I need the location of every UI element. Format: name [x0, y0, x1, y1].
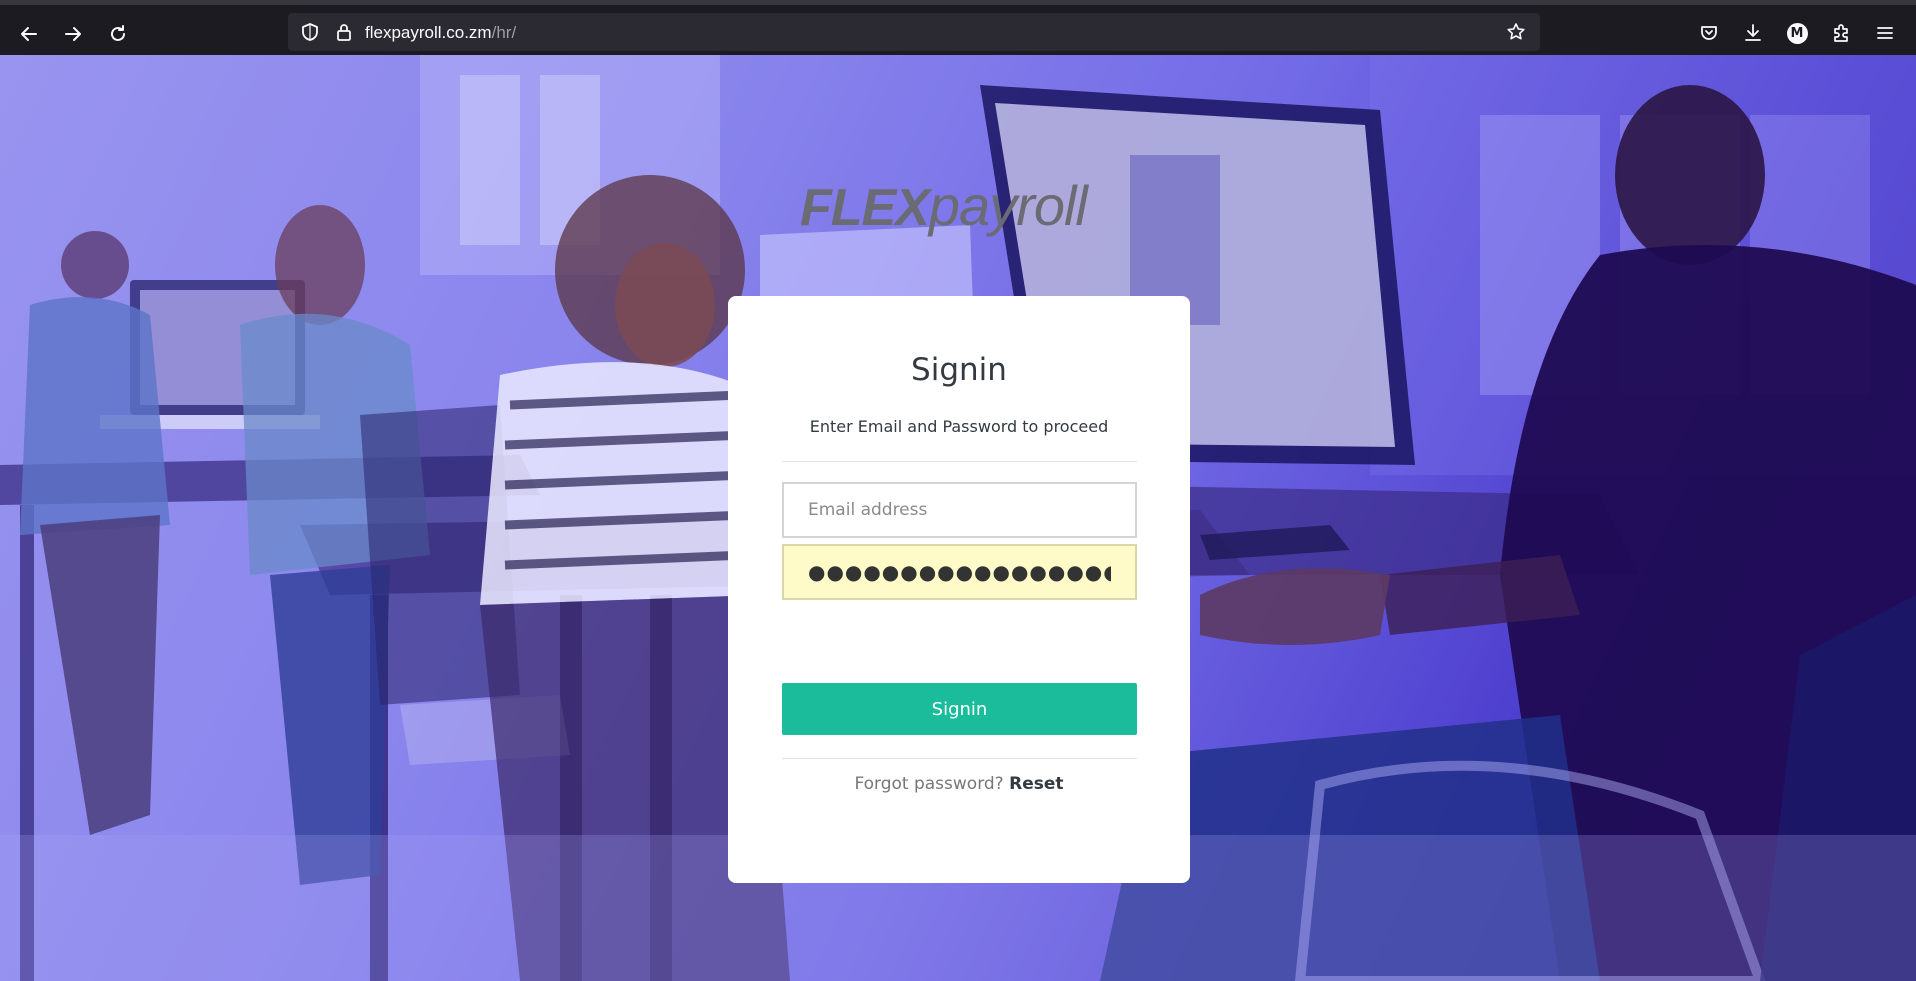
password-field[interactable]: [782, 544, 1137, 600]
account-button[interactable]: M: [1786, 22, 1808, 44]
lock-icon[interactable]: [334, 22, 354, 42]
logo-flex-text: FLEX: [800, 179, 930, 237]
divider-top: [782, 461, 1137, 462]
download-icon: [1745, 24, 1761, 41]
shield-icon[interactable]: [300, 22, 320, 42]
url-bar[interactable]: flexpayroll.co.zm/hr/: [288, 13, 1540, 51]
back-button[interactable]: [12, 17, 46, 51]
login-page: FLEX payroll Signin Enter Email and Passw…: [0, 55, 1916, 981]
logo-payroll-text: payroll: [928, 174, 1088, 237]
pocket-button[interactable]: [1698, 22, 1720, 44]
extensions-button[interactable]: [1830, 22, 1852, 44]
forgot-password-text: Forgot password?: [854, 774, 1004, 794]
signin-title: Signin: [911, 352, 1007, 388]
account-avatar: M: [1786, 22, 1808, 44]
signin-button[interactable]: Signin: [782, 683, 1137, 735]
hamburger-menu-icon: [1877, 27, 1893, 39]
pocket-icon: [1701, 26, 1717, 40]
reset-link[interactable]: Reset: [1009, 774, 1063, 794]
url-text[interactable]: flexpayroll.co.zm/hr/: [365, 23, 516, 43]
bookmark-star-icon[interactable]: [1506, 22, 1526, 42]
signin-card: Signin Enter Email and Password to proce…: [728, 296, 1190, 883]
browser-toolbar: flexpayroll.co.zm/hr/ M: [0, 0, 1916, 55]
email-field[interactable]: [782, 482, 1137, 538]
url-host: flexpayroll.co.zm: [365, 23, 492, 42]
forward-arrow-icon: [65, 27, 81, 41]
signin-subtitle: Enter Email and Password to proceed: [809, 417, 1109, 436]
extensions-icon: [1834, 24, 1848, 42]
back-arrow-icon: [21, 27, 37, 41]
reload-icon: [111, 25, 125, 41]
forgot-password-row: Forgot password? Reset: [728, 774, 1190, 794]
downloads-button[interactable]: [1742, 22, 1764, 44]
menu-button[interactable]: [1874, 22, 1896, 44]
reload-button[interactable]: [101, 17, 135, 51]
url-path: /hr/: [491, 23, 517, 42]
flexpayroll-logo: FLEX payroll: [800, 173, 1120, 263]
forward-button[interactable]: [56, 17, 90, 51]
divider-bottom: [782, 758, 1137, 759]
